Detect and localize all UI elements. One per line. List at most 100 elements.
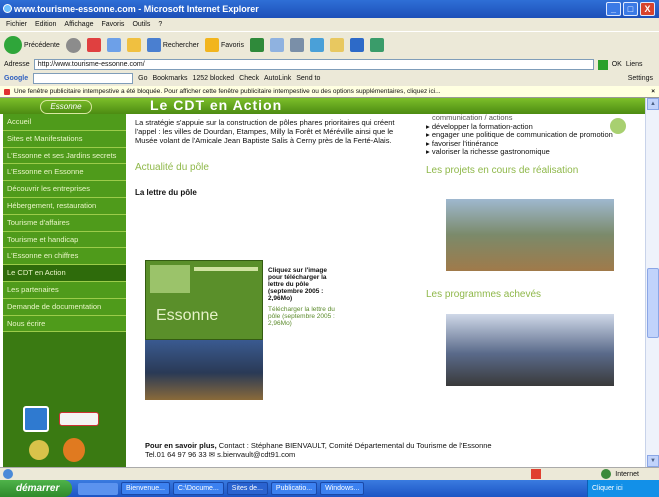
favorites-label: Favoris (221, 41, 244, 49)
status-bar: Internet (0, 467, 659, 480)
building-photo (145, 340, 263, 400)
back-label: Précédente (24, 41, 60, 49)
nav-item[interactable]: L'Essonne en chiffres (3, 248, 126, 266)
nav-item[interactable]: Nous écrire (3, 315, 126, 333)
projects-heading: Les projets en cours de réalisation (426, 164, 579, 176)
taskbar-item-active[interactable]: Sites de... (226, 482, 268, 495)
essonne-logo[interactable]: Essonne (40, 100, 92, 114)
refresh-icon[interactable] (106, 38, 121, 52)
google-bookmarks-button[interactable]: Bookmarks (152, 75, 187, 82)
infobar-close-icon[interactable]: × (651, 86, 655, 97)
window-title: www.tourisme-essonne.com - Microsoft Int… (14, 4, 259, 14)
favorites-button[interactable]: Favoris (205, 38, 244, 52)
menu-bar: Fichier Edition Affichage Favoris Outils… (0, 18, 659, 31)
window-controls: _ □ X (606, 2, 655, 16)
edit-icon[interactable] (309, 38, 324, 52)
send-to-button[interactable]: Send to (296, 75, 320, 82)
messenger-icon[interactable] (349, 38, 364, 52)
nav-item[interactable]: Hébergement, restauration (3, 197, 126, 215)
google-go-button[interactable]: Go (138, 75, 147, 82)
history-icon[interactable] (249, 38, 264, 52)
quick-launch[interactable] (78, 482, 118, 495)
google-logo[interactable]: Google (4, 75, 28, 82)
taskbar-item[interactable]: C:\Docume... (172, 482, 224, 495)
home-icon[interactable] (126, 38, 141, 52)
menu-tools[interactable]: Outils (132, 21, 150, 28)
page-viewport: Le CDT en Action Essonne Accueil Sites e… (0, 98, 645, 467)
menu-help[interactable]: ? (158, 21, 162, 28)
programs-heading: Les programmes achevés (426, 289, 542, 300)
partner-logo-blue[interactable] (23, 406, 49, 432)
taskbar-item[interactable]: Windows... (320, 482, 365, 495)
window-title-bar[interactable]: www.tourisme-essonne.com - Microsoft Int… (0, 0, 659, 18)
download-link[interactable]: Télécharger la lettre du pôle (septembre… (268, 306, 348, 327)
bullet-item: ▸ valoriser la richesse gastronomique (426, 147, 550, 156)
system-tray[interactable]: Cliquer ici (587, 480, 659, 497)
nav-item[interactable]: Demande de documentation (3, 298, 126, 316)
partner-logo-orange[interactable] (63, 438, 85, 462)
favorites-star-icon (205, 38, 219, 52)
mail-icon[interactable] (269, 38, 284, 52)
standard-toolbar: Précédente Rechercher Favoris (0, 31, 659, 58)
nav-item[interactable]: Découvrir les entreprises (3, 181, 126, 198)
print-icon[interactable] (289, 38, 304, 52)
nav-item[interactable]: Accueil (3, 114, 126, 131)
forward-button[interactable] (65, 37, 81, 53)
popup-blocked-counter[interactable]: 1252 blocked (192, 75, 234, 82)
newsletter-cover-image[interactable]: Essonne (145, 260, 263, 340)
taskbar-item[interactable]: Bienvenue... (121, 482, 170, 495)
start-button[interactable]: démarrer (0, 480, 72, 497)
section-heading: Actualité du pôle (135, 162, 209, 173)
menu-file[interactable]: Fichier (6, 21, 27, 28)
google-search-input[interactable] (33, 73, 134, 84)
address-url: http://www.tourisme-essonne.com/ (37, 61, 145, 68)
taskbar-item[interactable]: Publicatio... (270, 482, 318, 495)
nav-item[interactable]: Tourisme et handicap (3, 231, 126, 249)
footer-tel-email[interactable]: Tel.01 64 97 96 33 ✉ s.bienvault@cdt91.c… (145, 450, 295, 459)
nav-item-active[interactable]: Le CDT en Action (3, 265, 126, 282)
partner-logo-banner[interactable] (59, 412, 99, 426)
search-button[interactable]: Rechercher (146, 38, 199, 52)
google-settings-button[interactable]: Settings (628, 75, 653, 82)
green-circle-icon (610, 118, 626, 134)
menu-favorites[interactable]: Favoris (101, 21, 124, 28)
cover-title: Essonne (156, 307, 219, 324)
minimize-button[interactable]: _ (606, 2, 621, 16)
popup-blocker-icon[interactable] (531, 469, 542, 479)
research-icon[interactable] (369, 38, 384, 52)
spell-check-button[interactable]: Check (239, 75, 259, 82)
close-button[interactable]: X (640, 2, 655, 16)
menu-view[interactable]: Affichage (64, 21, 93, 28)
nav-item[interactable]: Tourisme d'affaires (3, 214, 126, 232)
back-button[interactable]: Précédente (4, 36, 60, 54)
scroll-up-icon[interactable]: ▲ (647, 98, 659, 110)
go-button[interactable]: OK (612, 61, 622, 68)
vertical-scrollbar[interactable]: ▲ ▼ (645, 98, 659, 467)
partner-logo-seal[interactable] (29, 440, 49, 460)
nav-item[interactable]: Les partenaires (3, 281, 126, 299)
page-banner: Le CDT en Action (0, 98, 645, 114)
page-loaded-icon (3, 469, 13, 479)
construction-photo[interactable] (446, 199, 614, 271)
cover-photo (150, 265, 190, 293)
autolink-button[interactable]: AutoLink (264, 75, 291, 82)
folder-icon[interactable] (329, 38, 344, 52)
right-column: communication / actions ▸ développer la … (426, 113, 626, 467)
stop-icon[interactable] (86, 38, 101, 52)
nav-item[interactable]: L'Essonne et ses Jardins secrets (3, 147, 126, 165)
go-arrow-icon[interactable] (597, 59, 608, 70)
search-icon (146, 38, 161, 52)
nav-item[interactable]: Sites et Manifestations (3, 130, 126, 148)
menu-edit[interactable]: Edition (35, 21, 56, 28)
back-arrow-icon (4, 36, 22, 54)
scroll-down-icon[interactable]: ▼ (647, 455, 659, 467)
popup-blocked-infobar[interactable]: Une fenêtre publicitaire intempestive a … (0, 86, 659, 98)
security-zone: Internet (615, 470, 639, 478)
banner-title: Le CDT en Action (150, 98, 283, 113)
scroll-thumb[interactable] (647, 268, 659, 338)
links-label[interactable]: Liens (626, 61, 643, 68)
event-photo[interactable] (446, 314, 614, 386)
nav-item[interactable]: L'Essonne en Essonne (3, 164, 126, 182)
address-input[interactable]: http://www.tourisme-essonne.com/ (33, 59, 594, 70)
maximize-button[interactable]: □ (623, 2, 638, 16)
